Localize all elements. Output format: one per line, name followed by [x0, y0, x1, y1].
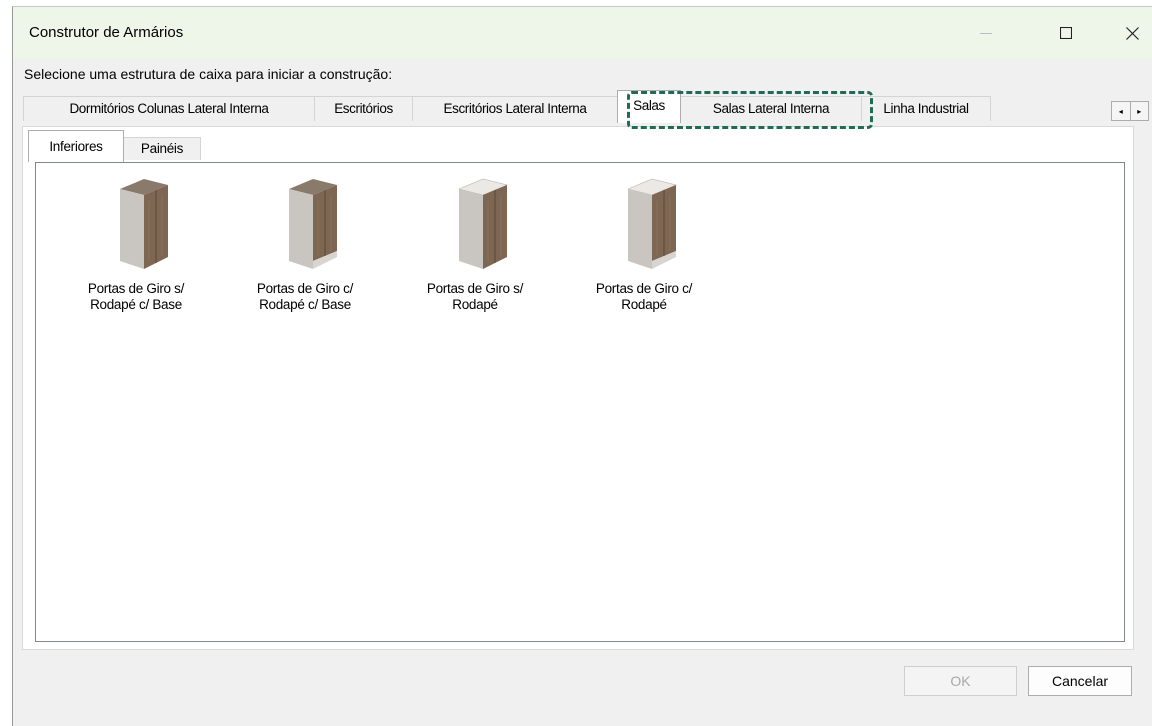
window-title: Construtor de Armários — [29, 24, 184, 41]
category-tabs: Dormitórios Colunas Lateral Interna Escr… — [23, 90, 1149, 129]
cabinet-no-plinth-icon — [458, 178, 508, 269]
cabinet-no-plinth-with-base-icon — [120, 179, 168, 269]
tab-dormitorios-colunas-lateral-interna[interactable]: Dormitórios Colunas Lateral Interna — [23, 96, 315, 121]
instruction-text: Selecione uma estrutura de caixa para in… — [24, 66, 393, 82]
ok-button[interactable]: OK — [904, 666, 1017, 696]
scroll-right-icon[interactable]: ▸ — [1129, 102, 1149, 120]
minimize-icon — [980, 33, 992, 34]
item-label-line2: Rodapé — [452, 297, 498, 312]
list-item-portas-giro-c-rodape[interactable]: Portas de Giro c/ Rodapé — [574, 171, 714, 313]
item-label-line1: Portas de Giro s/ — [426, 281, 524, 296]
tab-scroll-buttons: ◂ ▸ — [1111, 101, 1149, 121]
item-label-line1: Portas de Giro c/ — [595, 281, 693, 296]
close-icon — [1125, 26, 1139, 40]
tab-escritorios-lateral-interna[interactable]: Escritórios Lateral Interna — [412, 96, 618, 121]
scroll-left-icon[interactable]: ◂ — [1112, 102, 1130, 120]
cabinet-plinth-with-base-icon — [289, 179, 337, 269]
minimize-button[interactable] — [963, 7, 1009, 59]
tab-salas-lateral-interna[interactable]: Salas Lateral Interna — [680, 96, 862, 121]
maximize-icon — [1060, 27, 1072, 39]
cancel-button[interactable]: Cancelar — [1028, 666, 1132, 696]
tab-paineis[interactable]: Painéis — [123, 137, 201, 160]
list-item-portas-giro-c-rodape-c-base[interactable]: Portas de Giro c/ Rodapé c/ Base — [235, 171, 375, 313]
item-label-line2: Rodapé c/ Base — [90, 297, 182, 312]
cabinet-plinth-icon — [627, 178, 677, 269]
title-bar[interactable]: Construtor de Armários — [13, 7, 1152, 59]
item-label-line1: Portas de Giro c/ — [256, 281, 354, 296]
subcategory-tabs: Inferiores Painéis — [28, 130, 428, 164]
tab-inferiores[interactable]: Inferiores — [28, 130, 124, 162]
item-label-line2: Rodapé — [621, 297, 667, 312]
list-item-portas-giro-s-rodape-c-base[interactable]: Portas de Giro s/ Rodapé c/ Base — [66, 171, 206, 313]
close-button[interactable] — [1109, 7, 1152, 59]
item-label-line1: Portas de Giro s/ — [87, 281, 185, 296]
tab-linha-industrial[interactable]: Linha Industrial — [861, 96, 991, 121]
tab-salas[interactable]: Salas — [617, 90, 681, 123]
maximize-button[interactable] — [1043, 7, 1089, 59]
item-label-line2: Rodapé c/ Base — [259, 297, 351, 312]
structure-list: Portas de Giro s/ Rodapé c/ Base Portas … — [35, 162, 1125, 642]
list-item-portas-giro-s-rodape[interactable]: Portas de Giro s/ Rodapé — [405, 171, 545, 313]
tab-escritorios[interactable]: Escritórios — [314, 96, 413, 121]
